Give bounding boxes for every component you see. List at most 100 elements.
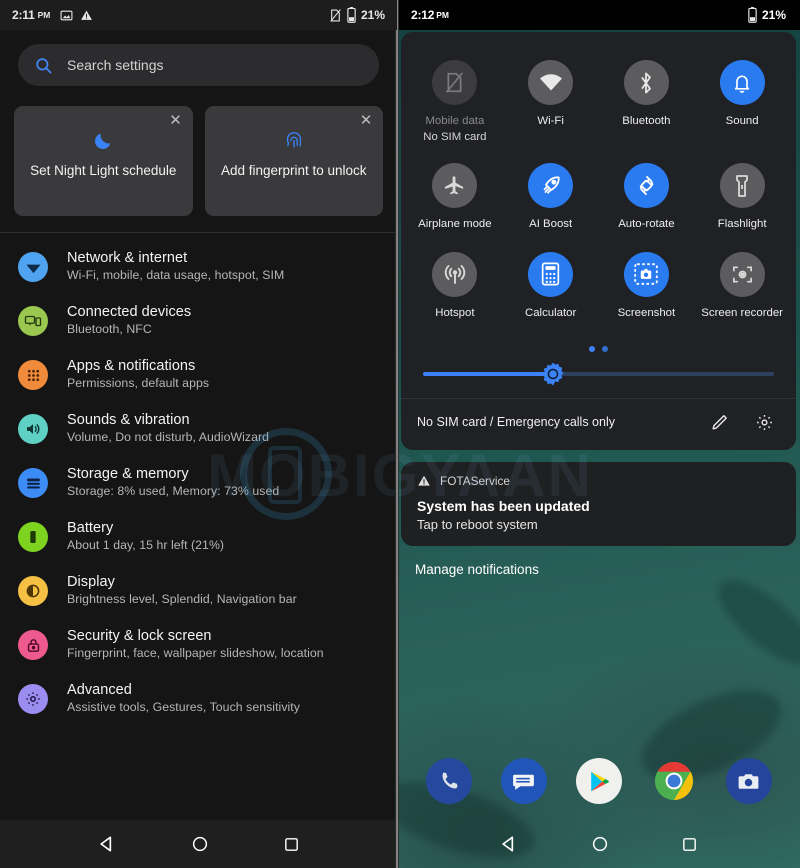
status-time: 2:12 [411, 8, 435, 22]
quick-settings-tiles: Mobile data No SIM card Wi-Fi Bluetooth … [401, 32, 796, 340]
settings-item-subtitle: Fingerprint, face, wallpaper slideshow, … [67, 646, 324, 660]
screenshot-root: 2:11 PM 21% Search settings ✕ Set Night … [0, 0, 800, 868]
notification-header: FOTAService [417, 474, 780, 488]
search-input[interactable]: Search settings [18, 44, 379, 86]
tile-row-2: Airplane mode AI Boost Auto-rotate Flash… [407, 157, 790, 245]
settings-item-advanced[interactable]: Advanced Assistive tools, Gestures, Touc… [0, 671, 397, 725]
notification-card[interactable]: FOTAService System has been updated Tap … [401, 461, 796, 546]
calculator-icon [528, 251, 574, 297]
status-ampm: PM [37, 10, 51, 20]
settings-item-network[interactable]: Network & internet Wi-Fi, mobile, data u… [0, 239, 397, 293]
tile-label: Wi-Fi [537, 115, 564, 127]
play-store-icon[interactable] [575, 758, 622, 804]
fingerprint-icon [283, 128, 305, 154]
notification-app-name: FOTAService [440, 473, 510, 488]
suggestion-card-label: Set Night Light schedule [30, 163, 177, 178]
tile-airplane-mode[interactable]: Airplane mode [407, 157, 503, 245]
tile-label: Sound [725, 115, 759, 127]
settings-list: Network & internet Wi-Fi, mobile, data u… [0, 233, 397, 725]
tile-screen-recorder[interactable]: Screen recorder [694, 246, 790, 334]
page-dot[interactable] [602, 345, 608, 352]
settings-item-title: Display [67, 574, 115, 590]
settings-item-battery[interactable]: Battery About 1 day, 15 hr left (21%) [0, 509, 397, 563]
tile-screenshot[interactable]: Screenshot [599, 246, 695, 334]
page-dot-active[interactable] [589, 345, 595, 352]
suggestion-card-night-light[interactable]: ✕ Set Night Light schedule [14, 106, 193, 216]
tile-label: Calculator [524, 306, 577, 319]
tile-label: Auto-rotate [618, 218, 675, 231]
suggestion-card-fingerprint[interactable]: ✕ Add fingerprint to unlock [204, 106, 383, 216]
settings-item-apps[interactable]: Apps & notifications Permissions, defaul… [0, 347, 397, 401]
settings-item-security[interactable]: Security & lock screen Fingerprint, face… [0, 617, 397, 671]
carrier-status-text: No SIM card / Emergency calls only [417, 415, 615, 430]
settings-item-storage[interactable]: Storage & memory Storage: 8% used, Memor… [0, 455, 397, 509]
close-icon[interactable]: ✕ [167, 112, 185, 130]
brightness-icon [18, 576, 48, 606]
connected-devices-icon [18, 306, 48, 336]
screen-recorder-icon [719, 251, 765, 297]
settings-item-sounds[interactable]: Sounds & vibration Volume, Do not distur… [0, 401, 397, 455]
tile-row-3: Hotspot Calculator Screenshot Screen rec… [407, 246, 790, 334]
home-icon[interactable] [191, 835, 209, 853]
storage-icon [18, 468, 48, 498]
tile-label: Screen recorder [701, 306, 783, 319]
chrome-icon[interactable] [651, 758, 697, 804]
bluetooth-icon [623, 60, 669, 105]
no-sim-icon [432, 60, 478, 105]
settings-item-connected-devices[interactable]: Connected devices Bluetooth, NFC [0, 293, 397, 347]
recents-icon[interactable] [681, 836, 698, 853]
gear-icon[interactable] [755, 413, 774, 432]
rocket-icon [528, 163, 574, 209]
messages-icon[interactable] [500, 758, 547, 804]
right-status-bar: 2:12 PM 21% [397, 0, 800, 30]
tile-sublabel: No SIM card [423, 131, 487, 144]
tile-auto-rotate[interactable]: Auto-rotate [599, 157, 695, 245]
airplane-icon [432, 163, 478, 209]
tile-sound[interactable]: Sound [694, 54, 790, 157]
settings-item-title: Connected devices [67, 304, 192, 320]
tile-calculator[interactable]: Calculator [503, 246, 599, 334]
brightness-slider[interactable] [423, 362, 774, 386]
left-navigation-bar [0, 820, 397, 868]
tile-label: Bluetooth [622, 115, 671, 127]
settings-item-display[interactable]: Display Brightness level, Splendid, Navi… [0, 563, 397, 617]
tile-ai-boost[interactable]: AI Boost [503, 157, 599, 245]
tile-bluetooth[interactable]: Bluetooth [599, 54, 695, 157]
tile-label: Airplane mode [418, 218, 492, 231]
tile-label: Mobile data [425, 115, 485, 127]
tile-wifi[interactable]: Wi-Fi [503, 54, 599, 157]
tile-flashlight[interactable]: Flashlight [694, 157, 790, 245]
battery-icon [347, 7, 356, 23]
settings-item-title: Apps & notifications [67, 358, 196, 374]
auto-rotate-icon [623, 163, 669, 209]
search-container: Search settings [0, 30, 397, 96]
flashlight-icon [719, 163, 765, 209]
settings-item-title: Storage & memory [67, 466, 189, 482]
battery-percent: 21% [761, 8, 786, 22]
settings-item-title: Network & internet [67, 250, 188, 266]
page-indicator [401, 340, 796, 354]
recents-icon[interactable] [283, 836, 300, 853]
settings-item-subtitle: About 1 day, 15 hr left (21%) [67, 538, 225, 552]
battery-percent: 21% [360, 8, 385, 22]
brightness-knob-icon[interactable] [540, 361, 566, 387]
tile-hotspot[interactable]: Hotspot [407, 246, 503, 334]
camera-icon[interactable] [725, 758, 772, 804]
close-icon[interactable]: ✕ [357, 112, 375, 130]
settings-item-subtitle: Wi-Fi, mobile, data usage, hotspot, SIM [67, 268, 285, 282]
manage-notifications-link[interactable]: Manage notifications [397, 546, 800, 577]
panel-seam [395, 0, 399, 868]
quick-settings-footer: No SIM card / Emergency calls only [401, 397, 796, 448]
screenshot-icon [623, 251, 669, 297]
tile-row-1: Mobile data No SIM card Wi-Fi Bluetooth … [407, 54, 790, 157]
home-icon[interactable] [591, 835, 609, 853]
settings-item-subtitle: Volume, Do not disturb, AudioWizard [67, 430, 270, 444]
battery-icon [748, 7, 757, 23]
back-icon[interactable] [97, 834, 117, 854]
back-icon[interactable] [499, 834, 519, 854]
phone-icon[interactable] [425, 758, 472, 804]
tile-mobile-data[interactable]: Mobile data No SIM card [407, 54, 503, 157]
tile-label: Hotspot [435, 306, 475, 319]
settings-screen: 2:11 PM 21% Search settings ✕ Set Night … [0, 0, 397, 868]
pencil-icon[interactable] [710, 413, 729, 432]
